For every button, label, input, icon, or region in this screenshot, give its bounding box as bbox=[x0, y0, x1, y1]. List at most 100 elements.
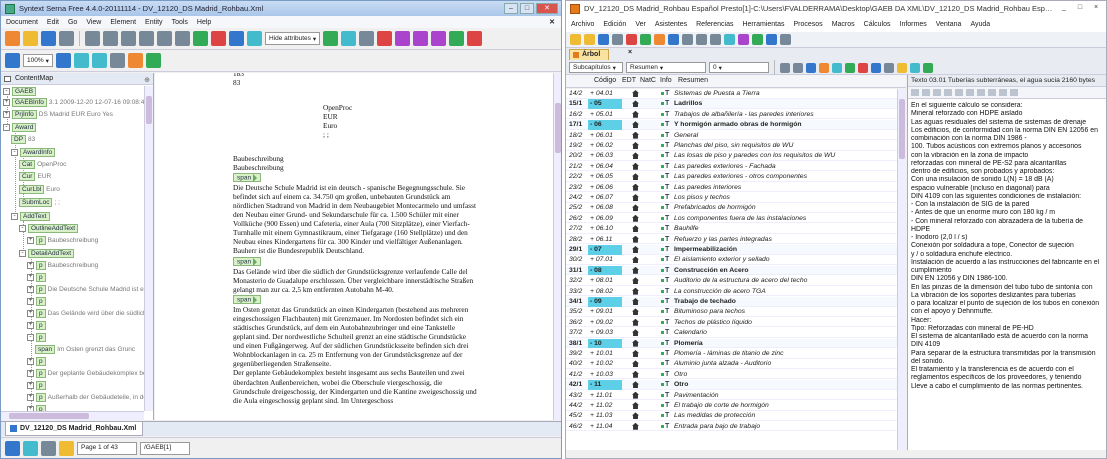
row-summary[interactable]: Las medidas de protección bbox=[674, 411, 755, 421]
clear-icon[interactable] bbox=[1010, 89, 1018, 96]
tree-node-tag[interactable]: p bbox=[36, 308, 46, 318]
tree-node-tag[interactable]: p bbox=[36, 368, 46, 378]
sort-icon[interactable] bbox=[871, 62, 881, 73]
level-up-icon[interactable] bbox=[806, 62, 816, 73]
collapse-icon[interactable]: - bbox=[27, 333, 34, 341]
markup-icon[interactable] bbox=[109, 53, 125, 68]
tree-node-tag[interactable]: Cur bbox=[19, 171, 36, 181]
col-edt[interactable]: EDT bbox=[622, 77, 636, 84]
span-tag[interactable]: span bbox=[233, 256, 262, 266]
table-row[interactable]: 41/2 + 10.03 Otro bbox=[566, 370, 906, 380]
row-code[interactable]: + 08.01 bbox=[588, 276, 622, 286]
table-row[interactable]: 15/1 - 05 Ladrillos bbox=[566, 99, 906, 109]
collapse-icon[interactable]: - bbox=[19, 249, 26, 257]
row-summary[interactable]: Trabajos de albañilería - las paredes in… bbox=[674, 110, 814, 120]
row-code[interactable]: + 11.04 bbox=[588, 422, 622, 432]
span-tag[interactable]: span bbox=[233, 294, 262, 304]
spellcheck-icon[interactable] bbox=[193, 31, 208, 46]
color-icon[interactable] bbox=[999, 89, 1007, 96]
tree-node[interactable]: -p bbox=[27, 332, 48, 342]
row-summary[interactable]: General bbox=[674, 131, 698, 141]
tab-arbol[interactable]: Árbol bbox=[569, 49, 610, 60]
table-row[interactable]: 35/2 + 09.01 Bituminoso para techos bbox=[566, 307, 906, 317]
row-code[interactable]: + 10.02 bbox=[588, 359, 622, 369]
row-summary[interactable]: Y hormigón armado obras de hormigón bbox=[674, 120, 802, 130]
expand-icon[interactable]: + bbox=[27, 381, 34, 389]
remove-element-icon[interactable] bbox=[377, 31, 393, 46]
tree-node[interactable]: + p bbox=[27, 272, 48, 282]
table-row[interactable]: 23/2 + 06.06 Las paredes interiores bbox=[566, 183, 906, 193]
tree-node-tag[interactable]: p bbox=[36, 235, 46, 245]
tree-node[interactable]: SubmLoc; ; bbox=[19, 197, 60, 207]
status-icon-4[interactable] bbox=[59, 441, 74, 456]
row-summary[interactable]: Otro bbox=[674, 380, 688, 390]
row-summary[interactable]: Entrada para bajo de trabajo bbox=[674, 422, 760, 432]
tree-node-tag[interactable]: GAEB bbox=[12, 86, 37, 96]
collapse-icon[interactable]: - bbox=[19, 224, 26, 232]
tree-node-tag[interactable]: p bbox=[36, 296, 46, 306]
insert-element-icon[interactable] bbox=[323, 31, 339, 46]
tree-node-tag[interactable]: p bbox=[36, 392, 46, 402]
tree-node-tag[interactable]: AddText bbox=[20, 211, 50, 221]
collapse-icon[interactable]: - bbox=[3, 87, 10, 95]
row-code[interactable]: - 07 bbox=[588, 245, 622, 255]
row-code[interactable]: - 11 bbox=[588, 380, 622, 390]
expand-icon[interactable]: + bbox=[27, 321, 34, 329]
maximize-button[interactable]: □ bbox=[1073, 3, 1087, 14]
table-row[interactable]: 33/2 + 08.02 La construcción de acero TGA bbox=[566, 287, 906, 297]
row-code[interactable]: - 06 bbox=[588, 120, 622, 130]
col-info[interactable]: Info bbox=[660, 77, 672, 84]
row-summary[interactable]: Las paredes interiores bbox=[674, 183, 741, 193]
tree-node-tag[interactable]: PrjInfo bbox=[12, 109, 37, 119]
row-summary[interactable]: Sistemas de Puesta a Tierra bbox=[674, 89, 760, 99]
table-row[interactable]: 22/2 + 06.05 Las paredes exteriores - otro… bbox=[566, 172, 906, 182]
text-content[interactable]: En el siguiente cálculo se considera: Min… bbox=[908, 99, 1106, 394]
arrow-last-icon[interactable] bbox=[431, 31, 447, 46]
align-right-icon[interactable] bbox=[977, 89, 985, 96]
row-code[interactable]: + 06.07 bbox=[588, 193, 622, 203]
tag-view-icon[interactable] bbox=[127, 53, 143, 68]
scroll-thumb[interactable] bbox=[555, 103, 561, 153]
row-code[interactable]: + 11.01 bbox=[588, 391, 622, 401]
menu-item-view[interactable]: View bbox=[86, 19, 101, 26]
tree-node-tag[interactable]: span bbox=[35, 344, 56, 354]
row-code[interactable]: + 10.01 bbox=[588, 349, 622, 359]
tree-node-tag[interactable]: p bbox=[36, 260, 46, 270]
table-row[interactable]: 43/2 + 11.01 Pavimentación bbox=[566, 391, 906, 401]
menu-item-edicion[interactable]: Edición bbox=[603, 21, 626, 28]
tree-node[interactable]: + p bbox=[27, 356, 48, 366]
attributes-dropdown[interactable]: Hide attributes ▾ bbox=[265, 32, 321, 45]
table-row[interactable]: 19/2 + 06.02 Planchas del piso, sin requis… bbox=[566, 141, 906, 151]
first-icon[interactable] bbox=[682, 34, 693, 45]
row-summary[interactable]: Trabajo de techado bbox=[674, 297, 736, 307]
scroll-thumb[interactable] bbox=[9, 413, 89, 419]
table-row[interactable]: 14/2 + 04.01 Sistemas de Puesta a Tierra bbox=[566, 89, 906, 99]
collapse-icon[interactable]: - bbox=[11, 148, 18, 156]
mark-icon[interactable] bbox=[897, 62, 907, 73]
tree-node[interactable]: + p bbox=[27, 404, 48, 411]
row-code[interactable]: + 06.04 bbox=[588, 162, 622, 172]
items-grid[interactable]: 14/2+ 04.01Sistemas de Puesta a Tierra15… bbox=[566, 89, 906, 450]
row-code[interactable]: - 10 bbox=[588, 338, 622, 349]
tree-node[interactable]: Cur EUR bbox=[19, 171, 51, 181]
expand-icon[interactable]: + bbox=[27, 357, 34, 365]
row-code[interactable]: - 05 bbox=[588, 99, 622, 109]
next-icon[interactable] bbox=[710, 34, 721, 45]
tree-node[interactable]: + GAEBInfo 3.1 2009-12-20 12-07-16 09:08:4… bbox=[3, 97, 144, 107]
menu-item-tools[interactable]: Tools bbox=[172, 19, 188, 26]
row-summary[interactable]: El aislamiento exterior y sellado bbox=[674, 255, 770, 265]
tree-node-tag[interactable]: CurLbl bbox=[19, 184, 45, 194]
table-row[interactable]: 30/2 + 07.01 El aislamiento exterior y sel… bbox=[566, 255, 906, 265]
row-summary[interactable]: Plomería bbox=[674, 339, 703, 349]
row-summary[interactable]: Impermeabilización bbox=[674, 245, 737, 255]
arrow-right-icon[interactable] bbox=[395, 31, 411, 46]
tree-node[interactable]: - OutlineAddText bbox=[19, 223, 80, 233]
row-code[interactable]: + 06.11 bbox=[588, 235, 622, 245]
table-row[interactable]: 31/1 - 08 Construcción en Acero bbox=[566, 265, 906, 276]
menu-item-help[interactable]: Help bbox=[197, 19, 211, 26]
columns-icon[interactable] bbox=[845, 62, 855, 73]
row-summary[interactable]: Pavimentación bbox=[674, 391, 719, 401]
subcapitulos-dropdown[interactable]: Subcapítulos ▾ bbox=[569, 62, 623, 73]
find-icon[interactable] bbox=[175, 31, 190, 46]
tree-node[interactable]: + p bbox=[27, 320, 48, 330]
